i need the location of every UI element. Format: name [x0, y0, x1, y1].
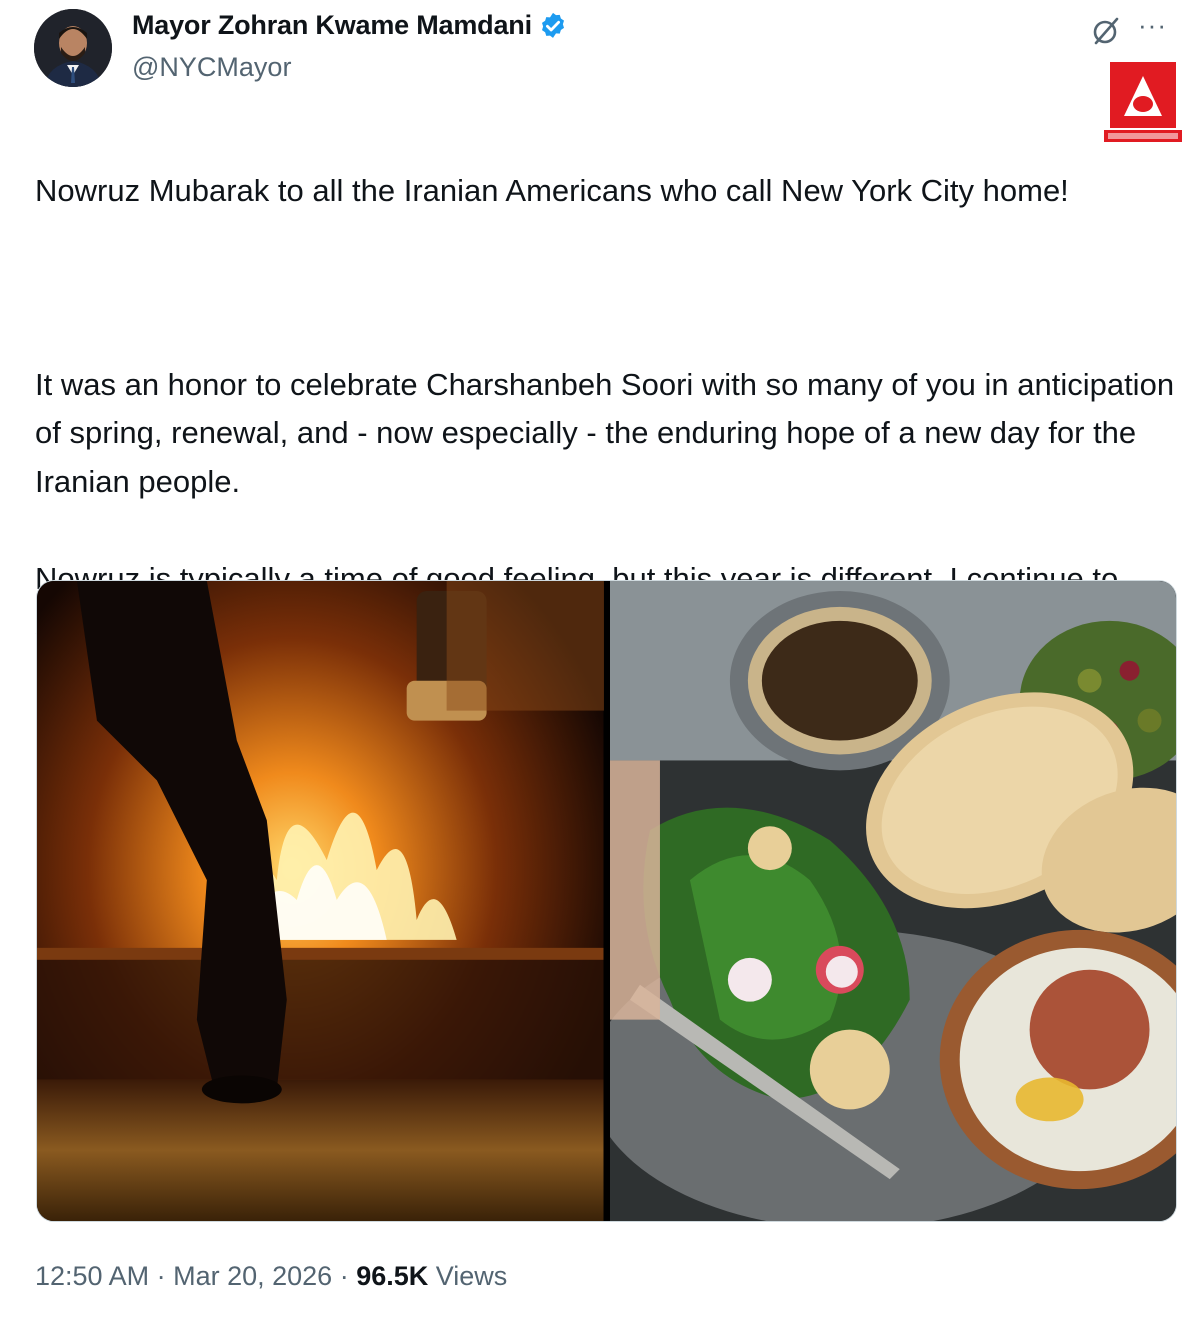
- meta-separator: ·: [149, 1261, 174, 1291]
- bonfire-photo[interactable]: [37, 581, 604, 1221]
- avatar[interactable]: [34, 9, 112, 87]
- tweet-paragraph-spacer: [35, 264, 1185, 313]
- tweet-time[interactable]: 12:50 AM: [35, 1261, 149, 1291]
- author-handle[interactable]: @NYCMayor: [132, 52, 291, 83]
- tweet-paragraph: Nowruz Mubarak to all the Iranian Americ…: [35, 172, 1069, 208]
- author-display-name[interactable]: Mayor Zohran Kwame Mamdani: [132, 10, 532, 41]
- tweet-paragraph: It was an honor to celebrate Charshanbeh…: [35, 366, 1175, 499]
- meta-separator: ·: [332, 1261, 357, 1291]
- tweet-meta: 12:50 AM · Mar 20, 2026 · 96.5K Views: [35, 1261, 507, 1292]
- tweet-date[interactable]: Mar 20, 2026: [173, 1261, 332, 1291]
- more-icon[interactable]: ···: [1138, 10, 1167, 41]
- views-count[interactable]: 96.5K: [356, 1261, 428, 1291]
- tweet: Mayor Zohran Kwame Mamdani @NYCMayor ···…: [0, 0, 1200, 1333]
- food-photo[interactable]: [609, 581, 1176, 1221]
- author-row: Mayor Zohran Kwame Mamdani: [132, 10, 568, 41]
- verified-badge-icon: [538, 11, 568, 41]
- views-label: Views: [428, 1261, 508, 1291]
- grok-icon[interactable]: [1090, 15, 1122, 47]
- media-grid: [36, 580, 1177, 1222]
